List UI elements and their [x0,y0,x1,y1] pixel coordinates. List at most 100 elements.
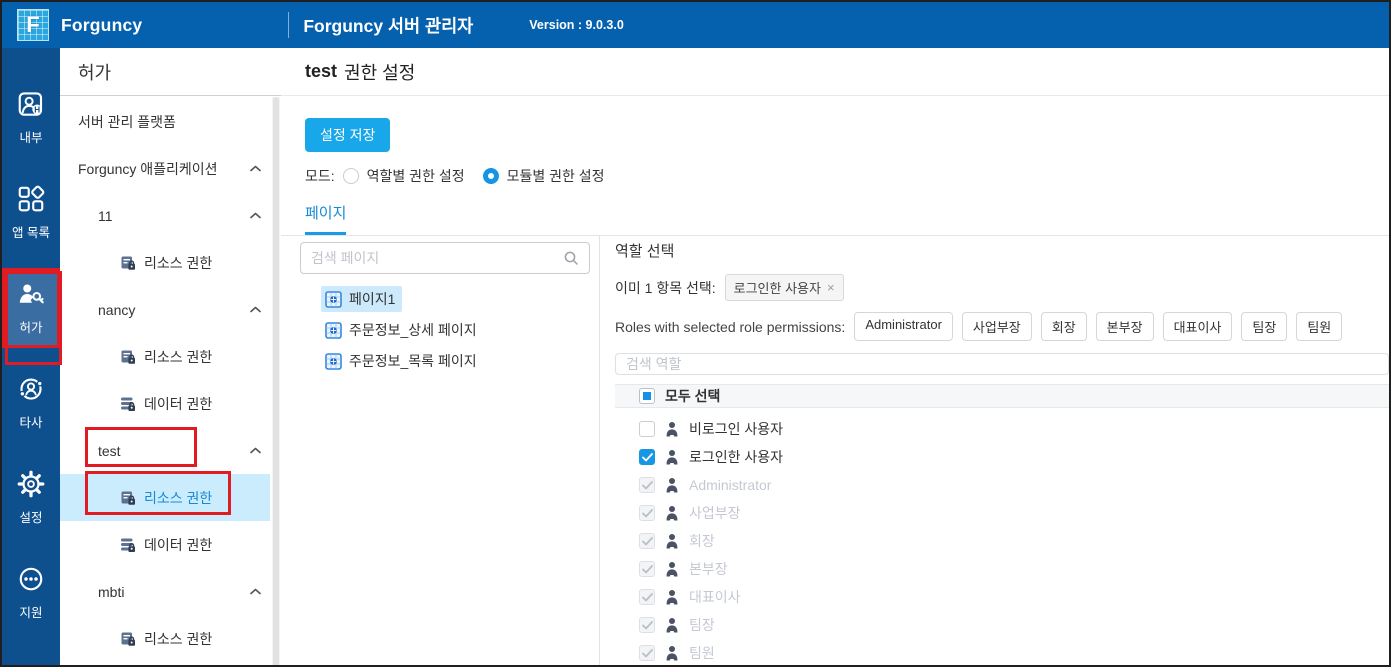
sidebar-item-label: 지원 [19,602,42,621]
role-row-팀원: 팀원 [615,639,1389,667]
person-icon [665,421,679,437]
resource-lock-icon [120,490,136,506]
tree-item-주문정보_상세 페이지[interactable]: 주문정보_상세 페이지 [321,317,484,343]
sidebar-item-앱 목록[interactable]: 앱 목록 [2,183,60,243]
nav-item-데이터 권한[interactable]: 데이터 권한 [60,380,281,427]
chevron-up-icon[interactable] [250,447,261,454]
chevron-up-icon[interactable] [250,306,261,313]
inherited-role-tag: 팀원 [1296,312,1342,341]
tab-pages[interactable]: 페이지 [305,202,346,235]
nav-item-리소스 권한[interactable]: 리소스 권한 [60,615,281,662]
inherited-role-tag: 회장 [1041,312,1087,341]
sidebar-item-label: 앱 목록 [12,222,50,241]
nav-item-11[interactable]: 11 [60,192,281,239]
sidebar-item-지원[interactable]: 지원 [2,563,60,623]
radio-selected[interactable] [483,168,499,184]
resource-lock-icon [120,631,136,647]
mode-option-모듈별 권한 설정[interactable]: 모듈별 권한 설정 [483,166,605,186]
sidebar-scrollbar[interactable] [272,97,280,667]
main-content: test 권한 설정 설정 저장 모드: 역할별 권한 설정 모듈별 권한 설정 … [281,48,1389,667]
remove-tag-icon[interactable]: × [827,280,835,295]
sidebar-item-타사[interactable]: 타사 [2,373,60,433]
user-badge-icon: H [15,88,47,120]
role-row-비로그인 사용자[interactable]: 비로그인 사용자 [615,415,1389,443]
tree-item-주문정보_목록 페이지[interactable]: 주문정보_목록 페이지 [321,348,484,374]
nav-item-리소스 권한[interactable]: 리소스 권한 [60,474,270,521]
nav-item-mbti[interactable]: mbti [60,568,281,615]
mode-option-역할별 권한 설정[interactable]: 역할별 권한 설정 [343,166,465,186]
inherited-role-tags: Administrator사업부장회장본부장대표이사팀장팀원 [854,312,1342,341]
page-search-box [300,242,590,274]
primary-sidebar: H내부앱 목록허가타사설정지원 [2,48,60,667]
role-list: 비로그인 사용자로그인한 사용자 Administrator 사업부장회장본부장대표… [615,415,1389,667]
checkbox-disabled-checked [639,477,655,493]
checkbox-disabled-checked [639,645,655,661]
scrollbar-thumb[interactable] [273,97,279,667]
role-label: 비로그인 사용자 [689,419,783,439]
role-row-회장: 회장 [615,527,1389,555]
user-network-icon [15,373,47,405]
person-icon [665,533,679,549]
radio-unselected[interactable] [343,168,359,184]
role-label: 팀장 [689,615,715,635]
checkbox-disabled-checked [639,561,655,577]
tree-item-페이지1[interactable]: 페이지1 [321,286,402,312]
role-select-heading: 역할 선택 [615,240,1389,261]
checkbox-unchecked[interactable] [639,421,655,437]
person-icon [665,617,679,633]
svg-text:H: H [34,105,40,114]
selected-role-tag: 로그인한 사용자 × [725,274,844,301]
nav-item-서버 관리 플랫폼[interactable]: 서버 관리 플랫폼 [60,98,281,145]
page-search-input[interactable] [311,250,563,266]
content-row: 페이지1주문정보_상세 페이지주문정보_목록 페이지 역할 선택 이미 1 항목… [281,236,1389,667]
page-grid-icon [325,353,342,370]
sidebar-item-label: 설정 [19,507,42,526]
nav-item-test[interactable]: test [60,427,281,474]
nav-item-nancy[interactable]: nancy [60,286,281,333]
checkbox-checked[interactable] [639,449,655,465]
role-label: 대표이사 [689,587,741,607]
mode-label: 모드: [305,166,335,186]
sidebar-item-설정[interactable]: 설정 [2,468,60,528]
sidebar-item-내부[interactable]: H내부 [2,88,60,148]
select-all-checkbox[interactable] [639,388,655,404]
save-settings-button[interactable]: 설정 저장 [305,118,390,152]
selected-role-tag-label: 로그인한 사용자 [734,278,821,297]
chevron-up-icon[interactable] [250,588,261,595]
inherited-role-tag: 본부장 [1096,312,1154,341]
role-row-본부장: 본부장 [615,555,1389,583]
role-label: Administrator [689,477,771,493]
role-label: 사업부장 [689,503,741,523]
role-row-로그인한 사용자[interactable]: 로그인한 사용자 [615,443,1389,471]
nav-item-label: 서버 관리 플랫폼 [78,112,176,132]
nav-item-데이터 권한[interactable]: 데이터 권한 [60,521,281,568]
chevron-up-icon[interactable] [250,212,261,219]
chevron-up-icon[interactable] [250,165,261,172]
main-body: 설정 저장 모드: 역할별 권한 설정 모듈별 권한 설정 페이지 [281,96,1389,667]
secondary-sidebar: 허가 서버 관리 플랫폼Forguncy 애플리케이션11리소스 권한nancy… [60,48,281,667]
nav-item-Forguncy 애플리케이션[interactable]: Forguncy 애플리케이션 [60,145,281,192]
content-title-suffix: 권한 설정 [344,59,415,85]
resource-lock-icon [120,255,136,271]
nav-item-label: 11 [98,208,113,224]
nav-item-label: 데이터 권한 [144,535,212,555]
content-title-app: test [305,61,337,82]
sidebar-item-허가[interactable]: 허가 [2,268,60,348]
inherited-role-tag: 대표이사 [1163,312,1233,341]
app-window: F Forguncy Forguncy 서버 관리자 Version : 9.0… [0,0,1391,667]
nav-item-label: 리소스 권한 [144,629,212,649]
mode-option-label: 모듈별 권한 설정 [507,166,605,186]
role-row-팀장: 팀장 [615,611,1389,639]
resource-lock-icon [120,349,136,365]
tab-bar: 페이지 [281,202,1389,236]
role-label: 회장 [689,531,715,551]
top-bar: F Forguncy Forguncy 서버 관리자 Version : 9.0… [2,2,1389,48]
topbar-divider [288,12,289,38]
role-label: 팀원 [689,643,715,663]
role-search-input[interactable] [615,353,1389,375]
nav-item-리소스 권한[interactable]: 리소스 권한 [60,333,281,380]
nav-item-리소스 권한[interactable]: 리소스 권한 [60,239,281,286]
data-lock-icon [120,396,136,412]
tree-item-label: 페이지1 [349,289,395,309]
search-icon[interactable] [563,250,579,266]
